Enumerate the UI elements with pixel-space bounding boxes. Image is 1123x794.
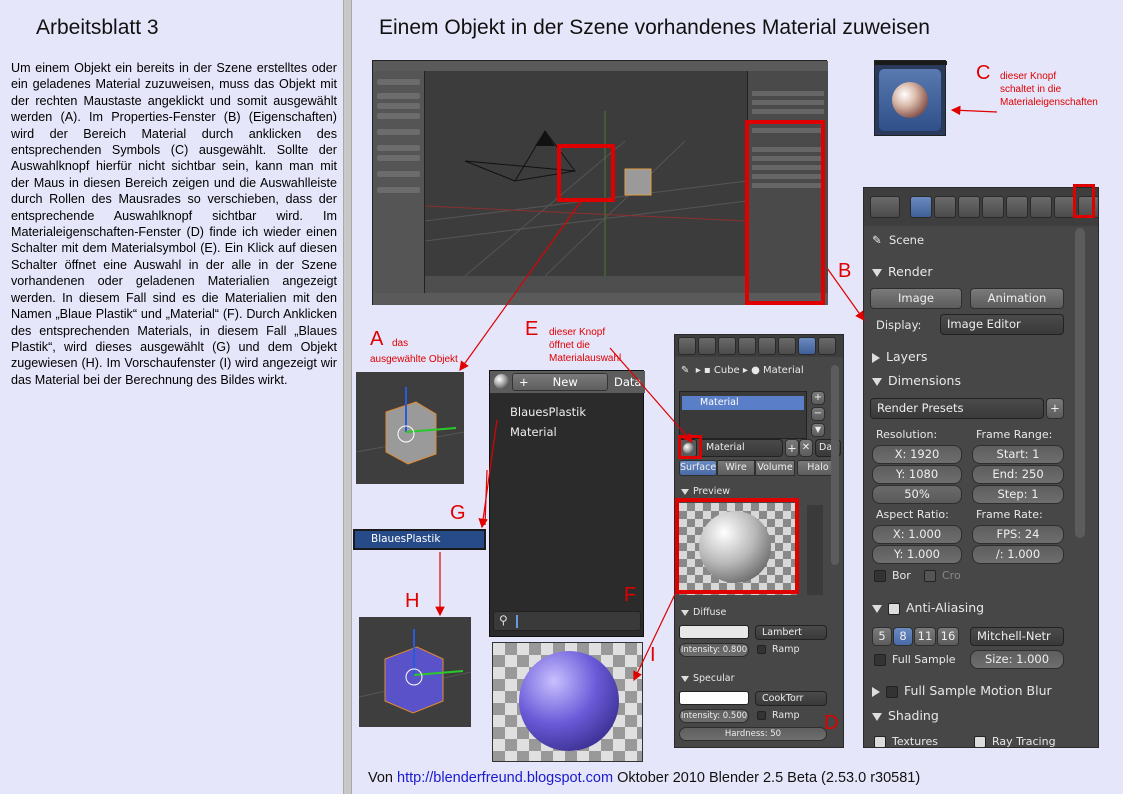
blog-link[interactable]: http://blenderfreund.blogspot.com xyxy=(397,770,613,786)
worksheet-paragraph: Um einem Objekt ein bereits in der Szene… xyxy=(11,61,337,387)
footer-credit: Von http://blenderfreund.blogspot.com Ok… xyxy=(368,770,921,786)
worksheet-text-column: Arbeitsblatt 3 Um einem Objekt ein berei… xyxy=(0,0,343,794)
worksheet-title: Arbeitsblatt 3 xyxy=(36,16,159,39)
annotation-arrows xyxy=(435,105,998,682)
illustration-column: Einem Objekt in der Szene vorhandenes Ma… xyxy=(352,0,1123,794)
column-divider xyxy=(343,0,352,794)
